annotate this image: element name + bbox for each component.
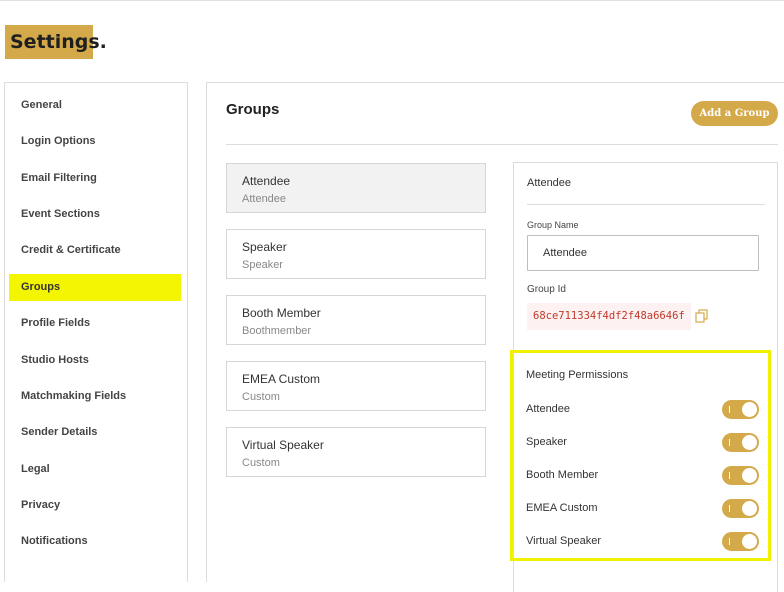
page-title: Settings.: [5, 25, 107, 59]
group-type: Custom: [242, 391, 280, 403]
group-id-label: Group Id: [527, 284, 566, 295]
group-card-booth-member[interactable]: Booth Member Boothmember: [226, 295, 486, 345]
group-name: Speaker: [242, 240, 287, 254]
group-card-attendee[interactable]: Attendee Attendee: [226, 163, 486, 213]
group-name: Booth Member: [242, 306, 321, 320]
sidebar-item-event-sections[interactable]: Event Sections: [21, 204, 100, 224]
permission-row-booth-member: Booth Member: [526, 466, 761, 486]
detail-divider: [527, 204, 765, 205]
permission-toggle-booth-member[interactable]: [722, 466, 759, 485]
sidebar-item-privacy[interactable]: Privacy: [21, 495, 60, 515]
sidebar-item-studio-hosts[interactable]: Studio Hosts: [21, 350, 89, 370]
permission-row-attendee: Attendee: [526, 400, 761, 420]
copy-icon[interactable]: [694, 308, 710, 324]
group-card-virtual-speaker[interactable]: Virtual Speaker Custom: [226, 427, 486, 477]
permission-row-virtual-speaker: Virtual Speaker: [526, 532, 761, 552]
group-type: Custom: [242, 457, 280, 469]
meeting-permissions-box: Meeting Permissions Attendee Speaker Boo…: [510, 350, 771, 561]
sidebar-item-credit-certificate[interactable]: Credit & Certificate: [21, 240, 121, 260]
permission-row-emea-custom: EMEA Custom: [526, 499, 761, 519]
add-group-button[interactable]: Add a Group: [691, 101, 778, 126]
permission-label: EMEA Custom: [526, 502, 598, 514]
permission-label: Speaker: [526, 436, 567, 448]
sidebar-item-general[interactable]: General: [21, 95, 62, 115]
groups-divider: [226, 144, 778, 145]
groups-heading: Groups: [226, 101, 280, 118]
group-name-label: Group Name: [527, 220, 579, 230]
sidebar-item-sender-details[interactable]: Sender Details: [21, 422, 97, 442]
sidebar-item-profile-fields[interactable]: Profile Fields: [21, 313, 90, 333]
group-name: EMEA Custom: [242, 372, 321, 386]
settings-sidebar: General Login Options Email Filtering Ev…: [4, 82, 188, 582]
group-type: Attendee: [242, 193, 287, 205]
group-name: Virtual Speaker: [242, 438, 324, 452]
sidebar-item-legal[interactable]: Legal: [21, 459, 50, 479]
group-type: Speaker: [242, 259, 283, 271]
permission-label: Virtual Speaker: [526, 535, 602, 547]
sidebar-item-matchmaking-fields[interactable]: Matchmaking Fields: [21, 386, 126, 406]
permission-label: Booth Member: [526, 469, 599, 481]
sidebar-item-notifications[interactable]: Notifications: [21, 531, 88, 551]
permission-toggle-virtual-speaker[interactable]: [722, 532, 759, 551]
group-card-emea-custom[interactable]: EMEA Custom Custom: [226, 361, 486, 411]
permission-toggle-speaker[interactable]: [722, 433, 759, 452]
sidebar-item-groups[interactable]: Groups: [9, 274, 181, 301]
permission-toggle-emea-custom[interactable]: [722, 499, 759, 518]
group-name-input[interactable]: [527, 235, 759, 271]
group-name: Attendee: [242, 174, 291, 188]
group-card-speaker[interactable]: Speaker Speaker: [226, 229, 486, 279]
permission-toggle-attendee[interactable]: [722, 400, 759, 419]
permission-row-speaker: Speaker: [526, 433, 761, 453]
detail-title: Attendee: [527, 177, 572, 189]
group-type: Boothmember: [242, 325, 312, 337]
group-id-value: 68ce711334f4df2f48a6646f: [527, 303, 691, 330]
sidebar-item-email-filtering[interactable]: Email Filtering: [21, 168, 97, 188]
sidebar-item-login-options[interactable]: Login Options: [21, 131, 96, 151]
meeting-permissions-title: Meeting Permissions: [526, 369, 629, 381]
top-divider: [0, 0, 784, 1]
permission-label: Attendee: [526, 403, 571, 415]
